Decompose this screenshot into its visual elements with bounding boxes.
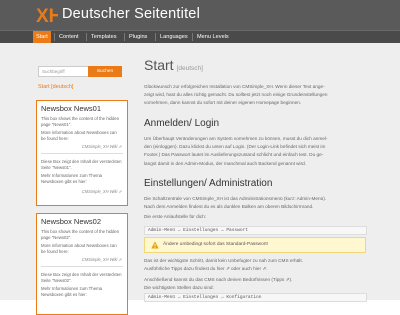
newsbox-text: Newsboxen gibt es hier: [41,292,87,297]
warning-icon [151,241,159,249]
text-line: Footer.) Das Passwort lautet im Ausliefe… [144,152,324,158]
newsbox-text: Seite "News01". [41,165,72,170]
divider [41,153,123,154]
next-paragraph: Anschließend kannst du das CMS nach dein… [144,276,366,292]
text-line: zeigt wird, hast du alles richtig gemach… [144,92,328,98]
warning-text: Ändere umbedingt sofort das Standard-Pas… [163,242,269,247]
admin-menu-path: Admin-Menü → Einstellungen → Passwort [144,226,367,235]
login-paragraph: Um Überhaupt Veränderungen am System vor… [144,135,366,168]
text-line: Die Schaltzentrale von CMSimple_XH ist d… [144,196,327,201]
search-form: Suchen [38,66,122,77]
divider [41,266,123,267]
text-line: Anschließend kannst du das CMS nach dein… [144,277,293,282]
page-title: Start [deutsch] [144,57,203,73]
newsbox-news01: Newsbox News01 This box shows the conten… [36,100,128,206]
newsbox-text: be found here: [41,249,69,254]
newsbox-text: Mehr Informationen zum Thema [41,173,103,178]
settings-paragraph: Die Schaltzentrale von CMSimple_XH ist d… [144,195,366,211]
newsbox-text: Diese Box zeigt den Inhalt der versteckt… [41,272,122,277]
text-line: Nach dem Anmelden findest du es als dunk… [144,204,314,210]
current-page-link[interactable]: Start [deutsch] [38,84,73,90]
text-line: langst damit in den Admin-Modus, der man… [144,160,307,166]
newsbox-text: Mehr Informationen zum Thema [41,286,103,291]
newsbox-wiki-link[interactable]: CMSimple_XH Wiki ⇗ [82,144,122,149]
tips-paragraph: Das ist der wichtigste Schritt, damit ke… [144,257,366,273]
text-line: Die erste Anlaufstelle für dich: [144,214,207,219]
text-line: Das ist der wichtigste Schritt, damit ke… [144,258,303,263]
text-line: Ausführliche Tipps dazu findest du hier … [144,266,268,272]
text-line: Glückwunsch zur erfolgreichen Installati… [144,84,325,89]
text-line: vornehmen, dann kannst du sofort mit dei… [144,100,302,106]
newsbox-text: be found here: [41,136,69,141]
search-input[interactable] [38,66,89,77]
intro-paragraph: Glückwunsch zur erfolgreichen Installati… [144,83,366,108]
first-step-text: Die erste Anlaufstelle für dich: [144,213,366,221]
newsbox-text: page "News01". [41,122,72,127]
site-title[interactable]: Deutscher Seitentitel [62,6,200,22]
menu-separator [155,33,156,41]
admin-menu-path-config: Admin-Menü → Einstellungen → Konfigurati… [144,293,367,302]
warning-box: Ändere umbedingt sofort das Standard-Pas… [144,237,366,253]
newsbox-text: This box shows the content of the hidden [41,229,120,234]
main-menu: Start Content Templates Plugins Language… [0,30,400,43]
menu-item-languages[interactable]: Languages [157,31,191,43]
newsbox-text: This box shows the content of the hidden [41,116,120,121]
text-line: Die wichtigsten Stellen dazu sind: [144,285,214,291]
search-button[interactable]: Suchen [88,66,122,77]
cmsimple-xh-logo[interactable]: XH [36,5,58,26]
newsbox-text: page "News02". [41,235,72,240]
text-line: Um Überhaupt Veränderungen am System vor… [144,136,328,141]
newsbox-text: More information about Newsboxes can [41,130,117,135]
newsbox-wiki-link[interactable]: CMSimple_XH Wiki ⇗ [82,189,122,194]
menu-item-content[interactable]: Content [56,31,82,43]
menu-item-templates[interactable]: Templates [88,31,120,43]
menu-item-menu-levels[interactable]: Menu Levels [194,31,232,43]
text-line: den (einloggen). Dazu klickst du unten a… [144,144,326,150]
newsbox-title: Newsbox News02 [41,217,102,226]
page-language: [deutsch] [176,65,203,72]
menu-separator [124,33,125,41]
menu-separator [192,33,193,41]
main-content: Start [deutsch] Glückwunsch zur erfolgrei… [144,50,367,302]
menu-separator [86,33,87,41]
newsbox-title: Newsbox News01 [41,104,102,113]
newsbox-text: More information about Newsboxes can [41,243,117,248]
newsbox-text: Newsboxen gibt es hier: [41,179,87,184]
heading-settings: Einstellungen/ Administration [144,178,273,189]
menu-item-start[interactable]: Start [33,31,51,43]
menu-separator [54,33,55,41]
newsbox-text: Diese Box zeigt den Inhalt der versteckt… [41,159,122,164]
page-title-text: Start [144,57,174,73]
newsbox-wiki-link[interactable]: CMSimple_XH Wiki ⇗ [82,257,122,262]
svg-text:XH: XH [36,6,58,26]
heading-login: Anmelden/ Login [144,118,220,129]
newsbox-text: Seite "News02". [41,278,72,283]
site-header: XH Deutscher Seitentitel [0,0,400,30]
menu-item-plugins[interactable]: Plugins [126,31,150,43]
sidebar: Suchen Start [deutsch] Newsbox News01 Th… [33,50,129,315]
